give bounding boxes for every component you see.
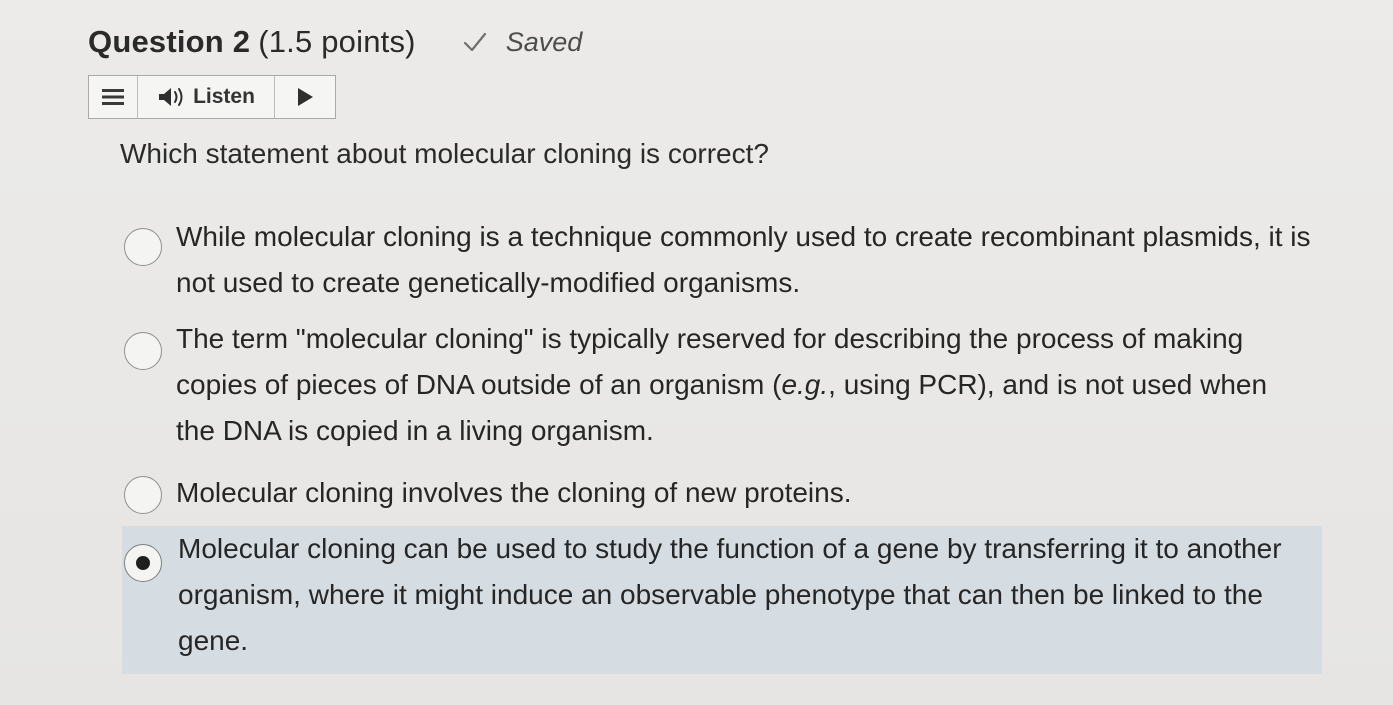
- question-prompt: Which statement about molecular cloning …: [120, 138, 769, 169]
- question-number: Question 2: [88, 24, 251, 59]
- answer-option-text: Molecular cloning can be used to study t…: [178, 533, 1282, 656]
- radio-selected-dot: [136, 556, 150, 570]
- menu-button[interactable]: [89, 76, 138, 118]
- listen-toolbar: Listen: [88, 75, 336, 119]
- saved-label: Saved: [505, 26, 583, 57]
- question-header: Question 2 (1.5 points) Saved: [88, 20, 582, 64]
- answer-option-text: The term "molecular cloning" is typicall…: [176, 316, 1311, 454]
- hamburger-menu-icon: [102, 89, 124, 105]
- answer-option-3[interactable]: Molecular cloning involves the cloning o…: [122, 470, 1322, 516]
- radio-button-selected[interactable]: [124, 544, 162, 582]
- radio-button[interactable]: [124, 332, 162, 370]
- answer-option-1[interactable]: While molecular cloning is a technique c…: [122, 214, 1322, 304]
- answer-option-text: Molecular cloning involves the cloning o…: [176, 477, 852, 508]
- quiz-page: Question 2 (1.5 points) Saved Listen Whi…: [0, 0, 1393, 705]
- answer-text-italic: e.g.: [781, 369, 829, 400]
- play-icon: [298, 88, 313, 106]
- saved-status: Saved: [462, 26, 583, 58]
- answer-option-text: While molecular cloning is a technique c…: [176, 221, 1311, 298]
- answer-option-4-selected[interactable]: Molecular cloning can be used to study t…: [122, 526, 1322, 674]
- answer-option-2[interactable]: The term "molecular cloning" is typicall…: [122, 316, 1322, 456]
- radio-button[interactable]: [124, 476, 162, 514]
- speaker-icon: [159, 88, 183, 106]
- radio-button[interactable]: [124, 228, 162, 266]
- listen-button[interactable]: Listen: [138, 76, 275, 118]
- question-title: Question 2 (1.5 points): [88, 24, 416, 60]
- checkmark-icon: [463, 32, 486, 52]
- listen-label: Listen: [193, 85, 255, 108]
- question-points: (1.5 points): [258, 24, 416, 59]
- play-button[interactable]: [275, 76, 335, 118]
